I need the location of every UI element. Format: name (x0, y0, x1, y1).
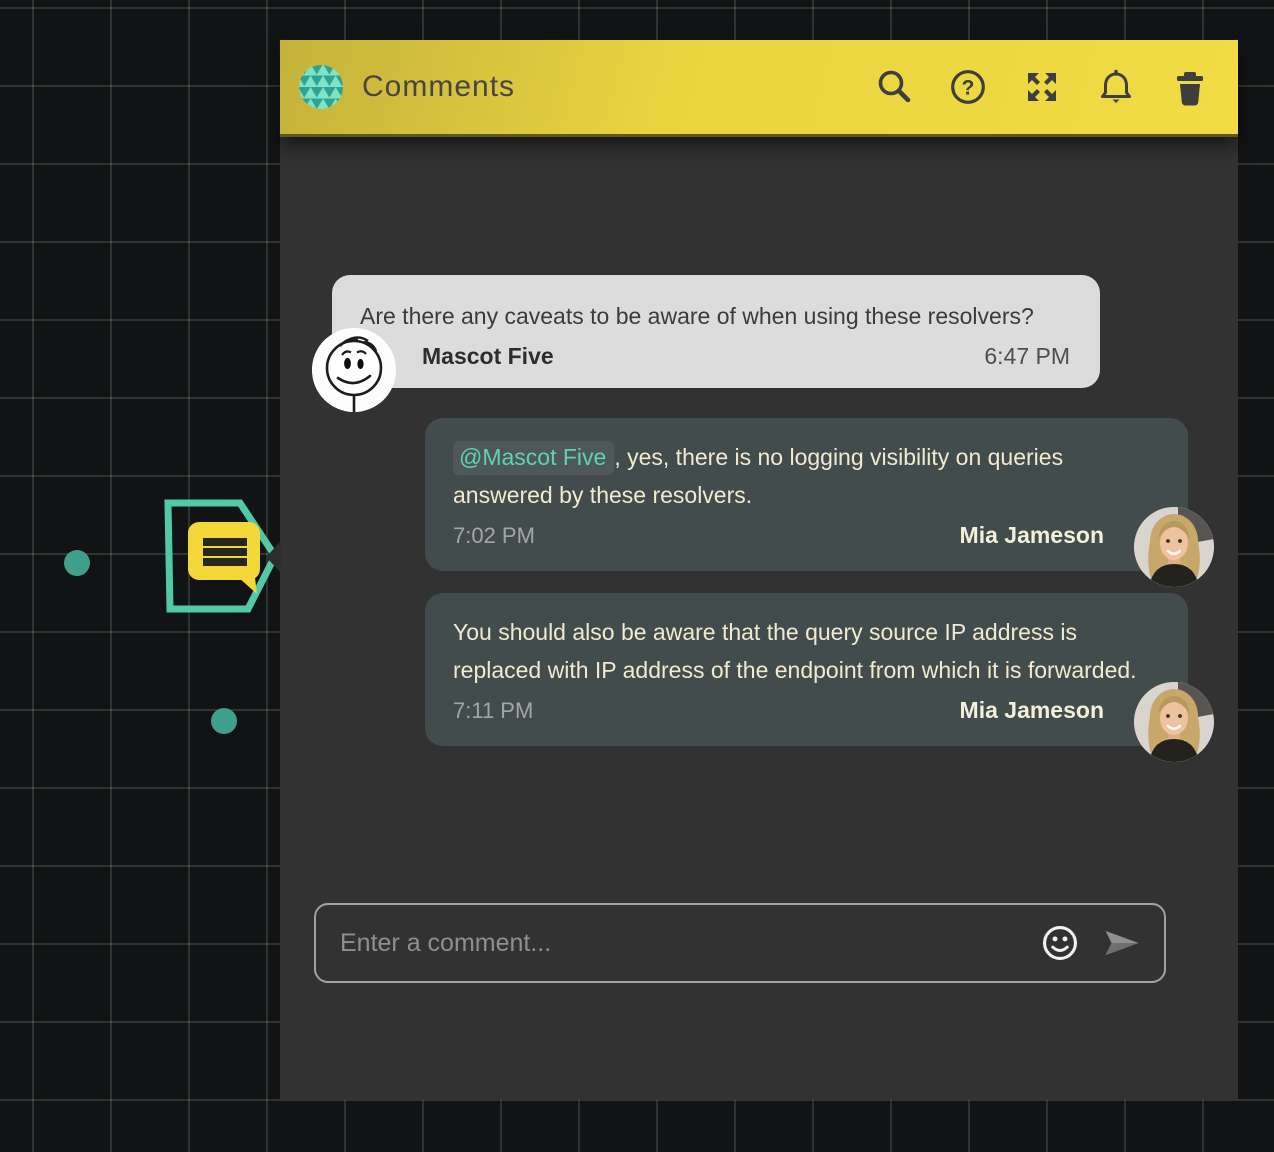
comment-text: You should also be aware that the query … (453, 613, 1160, 689)
panel-header: Comments ? (280, 40, 1238, 137)
delete-button[interactable] (1170, 67, 1210, 107)
comment-input[interactable] (316, 905, 1040, 981)
header-actions: ? (874, 67, 1210, 107)
comment-meta: 7:11 PM Mia Jameson (453, 697, 1160, 724)
notifications-button[interactable] (1096, 67, 1136, 107)
comment-author: Mia Jameson (960, 697, 1104, 724)
comment-meta: Mascot Five 6:47 PM (360, 343, 1070, 370)
comments-panel: Comments ? (280, 40, 1238, 1100)
svg-text:?: ? (962, 77, 975, 100)
avatar (1134, 507, 1214, 587)
canvas-background: Comments ? (0, 0, 1274, 1152)
avatar (312, 328, 396, 412)
panel-title: Comments (362, 70, 515, 104)
comment-bubble: @Mascot Five, yes, there is no logging v… (425, 418, 1188, 571)
app-logo-icon (298, 64, 344, 110)
user-photo (1134, 507, 1214, 587)
mascot-face-icon (312, 328, 396, 412)
help-button[interactable]: ? (948, 67, 988, 107)
comment-text: Are there any caveats to be aware of whe… (360, 297, 1070, 335)
comment-marker-icon[interactable] (160, 496, 278, 614)
user-photo (1134, 682, 1214, 762)
comment-bubble: You should also be aware that the query … (425, 593, 1188, 746)
emoji-button[interactable] (1040, 923, 1080, 963)
comment-meta: 7:02 PM Mia Jameson (453, 522, 1160, 549)
fullscreen-icon (1023, 68, 1061, 106)
comment-time: 6:47 PM (984, 343, 1070, 370)
speech-bubble-icon (188, 522, 260, 594)
trash-icon (1171, 68, 1209, 106)
comment-author: Mascot Five (422, 343, 554, 370)
comment-input-container (314, 903, 1166, 983)
comment-text: @Mascot Five, yes, there is no logging v… (453, 438, 1160, 514)
comment-author: Mia Jameson (960, 522, 1104, 549)
comment-time: 7:11 PM (453, 698, 533, 724)
avatar (1134, 682, 1214, 762)
mention-chip[interactable]: @Mascot Five (453, 441, 614, 475)
fullscreen-button[interactable] (1022, 67, 1062, 107)
search-button[interactable] (874, 67, 914, 107)
send-icon (1102, 923, 1142, 963)
help-icon: ? (949, 68, 987, 106)
comment-time: 7:02 PM (453, 523, 535, 549)
comment-bubble: Are there any caveats to be aware of whe… (332, 275, 1100, 388)
search-icon (875, 68, 913, 106)
smiley-icon (1040, 921, 1080, 965)
decor-dot (64, 550, 90, 576)
decor-dot (211, 708, 237, 734)
bell-icon (1097, 68, 1135, 106)
send-button[interactable] (1102, 923, 1142, 963)
comments-list: Are there any caveats to be aware of whe… (280, 137, 1238, 746)
panel-callout-arrow (266, 541, 281, 573)
